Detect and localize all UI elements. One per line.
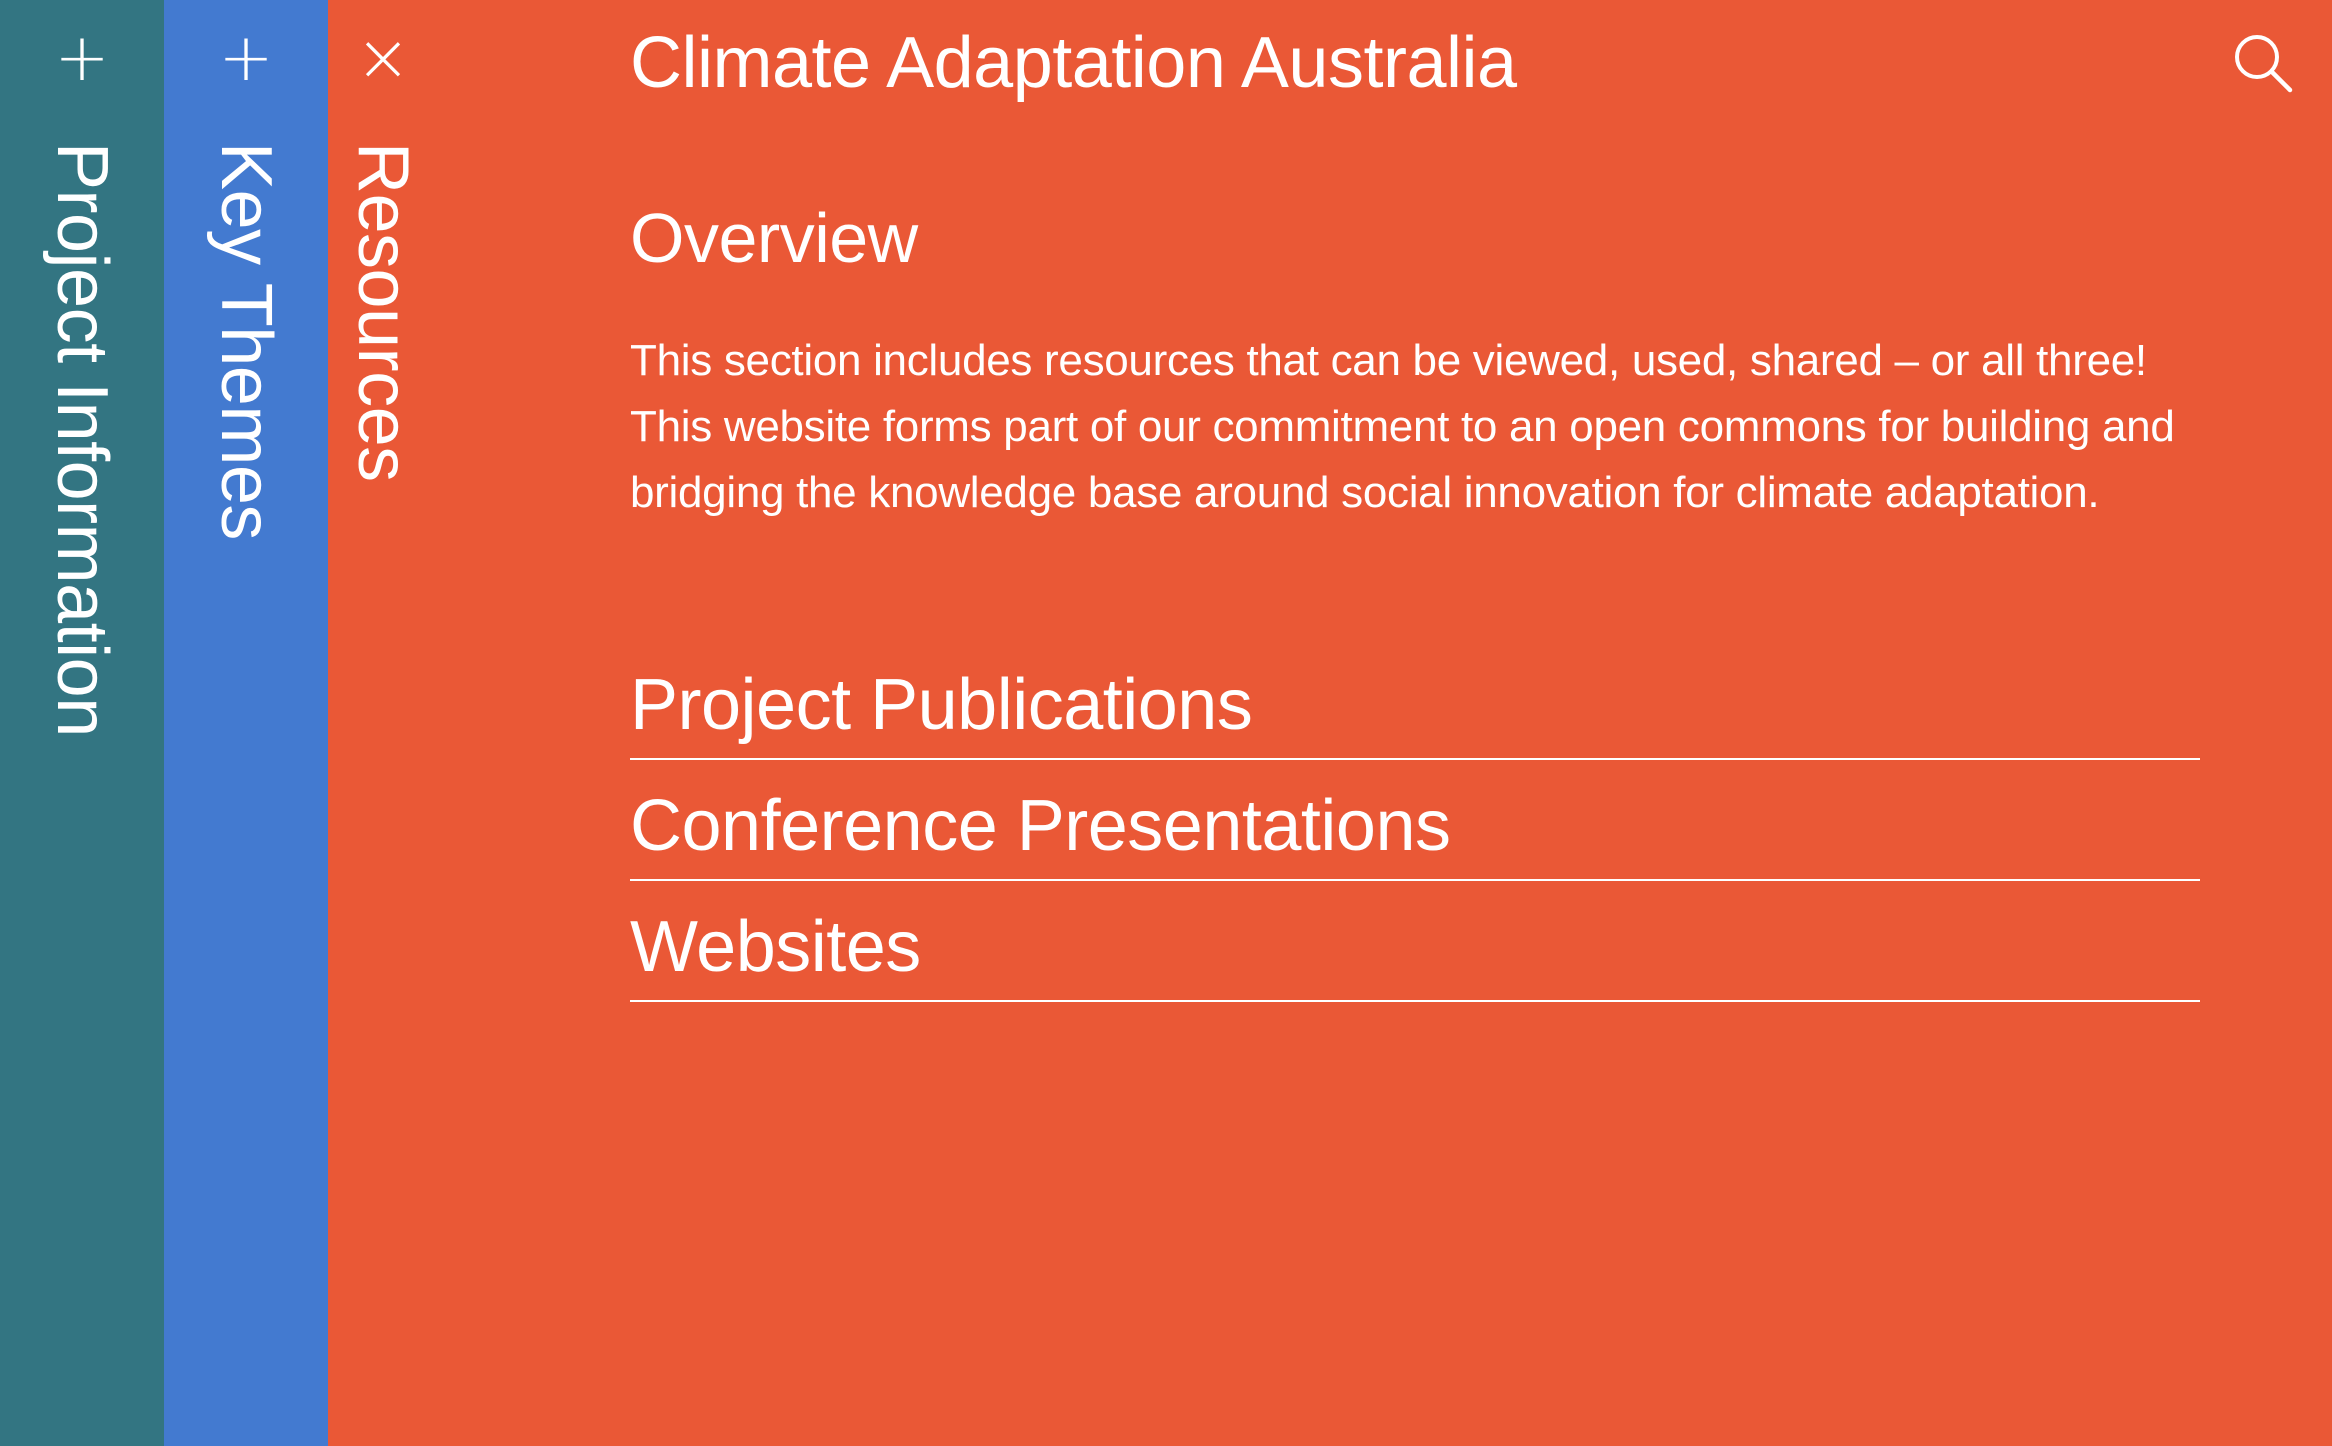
expand-plus-icon[interactable]: + xyxy=(52,25,112,91)
tab-label-project-information: Project Information xyxy=(42,142,122,737)
close-icon[interactable]: × xyxy=(353,25,413,91)
overview-heading: Overview xyxy=(630,199,918,277)
tab-resources[interactable]: × Resources xyxy=(328,0,438,1446)
tab-label-key-themes: Key Themes xyxy=(206,142,286,540)
resource-link-conference-presentations[interactable]: Conference Presentations xyxy=(630,761,2200,881)
resource-link-label: Conference Presentations xyxy=(630,786,1451,866)
tab-project-information[interactable]: + Project Information xyxy=(0,0,164,1446)
overview-description: This section includes resources that can… xyxy=(630,336,2175,517)
tab-label-resources: Resources xyxy=(343,142,423,482)
expand-plus-icon[interactable]: + xyxy=(216,25,276,91)
resource-link-label: Project Publications xyxy=(630,665,1253,745)
tab-key-themes[interactable]: + Key Themes xyxy=(164,0,328,1446)
resource-list: Project Publications Conference Presenta… xyxy=(630,640,2200,1003)
search-button[interactable] xyxy=(2230,30,2296,96)
resource-link-project-publications[interactable]: Project Publications xyxy=(630,640,2200,760)
search-icon xyxy=(2235,35,2293,93)
resource-link-websites[interactable]: Websites xyxy=(630,882,2200,1002)
site-title[interactable]: Climate Adaptation Australia xyxy=(630,22,1517,104)
page: + Project Information + Key Themes × Res… xyxy=(0,0,2332,1446)
resource-link-label: Websites xyxy=(630,907,921,987)
